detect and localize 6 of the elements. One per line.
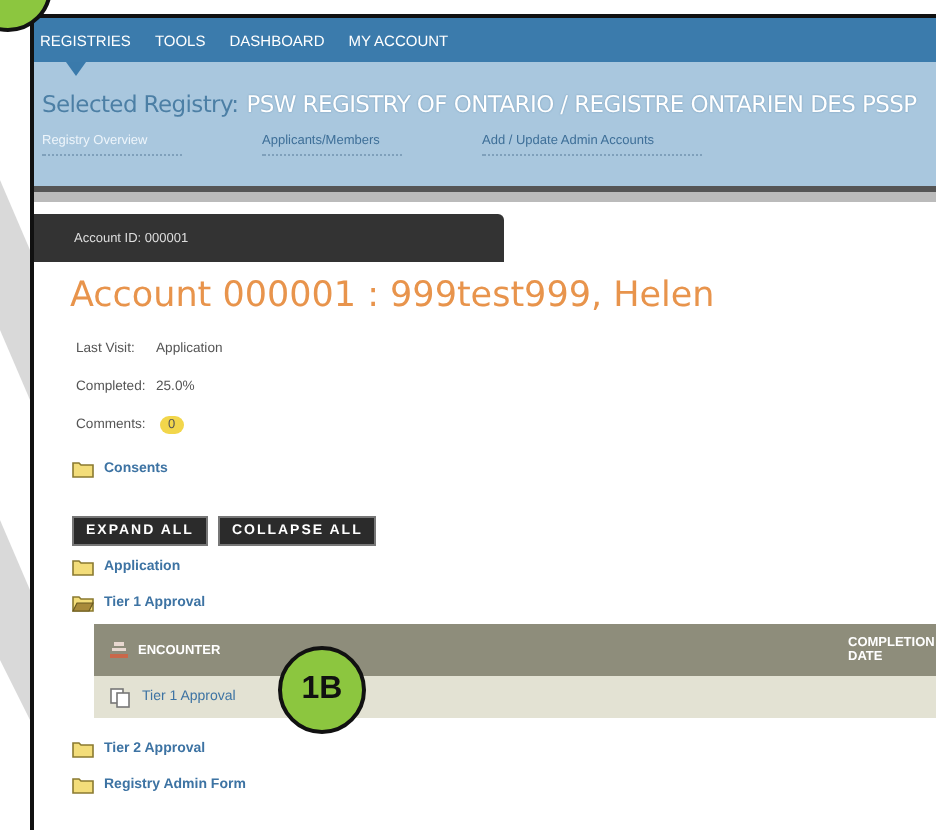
registry-name: PSW REGISTRY OF ONTARIO / REGISTRE ONTARIEN DES PSSP	[246, 90, 917, 118]
account-title: Account 000001 : 999test999, Helen	[70, 276, 717, 316]
stack-icon	[110, 642, 128, 658]
documents-icon	[110, 687, 130, 707]
callout-badge: 1B	[278, 646, 366, 734]
registry-label: Selected Registry:	[42, 90, 239, 118]
